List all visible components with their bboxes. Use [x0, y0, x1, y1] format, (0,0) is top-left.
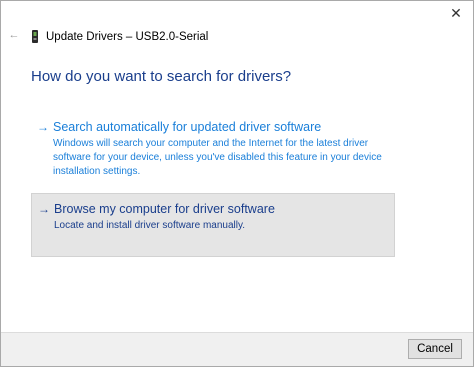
browse-computer-option[interactable]: → Browse my computer for driver software… [31, 193, 395, 257]
arrow-right-icon: → [38, 202, 50, 216]
page-heading: How do you want to search for drivers? [31, 68, 292, 85]
option-description: Windows will search your computer and th… [53, 138, 382, 177]
cancel-button[interactable]: Cancel [408, 339, 462, 359]
arrow-right-icon: → [37, 120, 49, 134]
title-bar: Update Drivers – USB2.0-Serial [31, 30, 208, 43]
option-title: Browse my computer for driver software [54, 202, 275, 216]
update-drivers-window: ✕ ← Update Drivers – USB2.0-Serial How d… [0, 0, 474, 367]
search-automatically-option[interactable]: → Search automatically for updated drive… [31, 112, 395, 185]
option-description: Locate and install driver software manua… [54, 220, 246, 231]
option-title: Search automatically for updated driver … [53, 120, 322, 134]
dialog-footer: Cancel [1, 332, 473, 366]
close-icon[interactable]: ✕ [439, 1, 473, 25]
window-title: Update Drivers – USB2.0-Serial [46, 30, 209, 43]
back-arrow-icon[interactable]: ← [7, 28, 21, 42]
usb-device-icon [32, 30, 38, 43]
